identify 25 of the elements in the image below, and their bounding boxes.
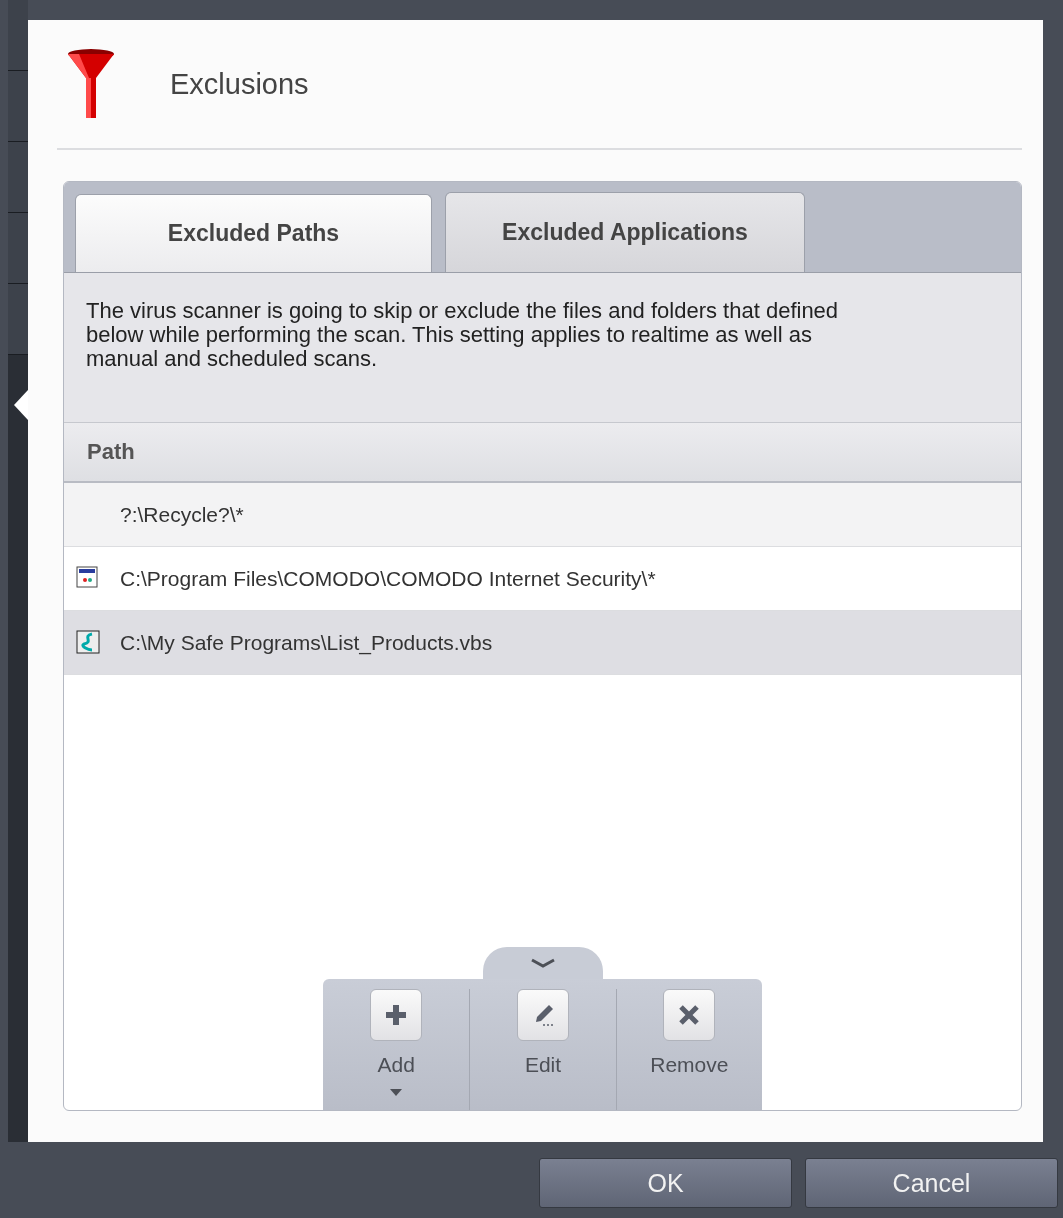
caret-icon — [390, 1089, 403, 1096]
sidebar-item[interactable] — [8, 0, 28, 71]
close-icon — [678, 1004, 701, 1026]
toolbar-button[interactable]: Remove — [615, 989, 762, 1110]
toolbar-button[interactable]: Add — [323, 989, 470, 1110]
sidebar-item[interactable] — [8, 71, 28, 142]
tab[interactable]: Excluded Applications — [445, 192, 805, 272]
sidebar-item[interactable] — [8, 284, 28, 355]
dialog-button[interactable]: OK — [539, 1158, 792, 1208]
plus-icon — [386, 1005, 407, 1025]
tab[interactable]: Excluded Paths — [75, 194, 432, 272]
dialog-title: Exclusions — [170, 67, 309, 101]
sidebar-item[interactable] — [8, 213, 28, 284]
funnel-icon — [67, 48, 115, 120]
description-text: The virus scanner is going to skip or exclude the files and folders that defined below while performing the scan. This setting applies to realtime as well as manual and scheduled scans. — [64, 273, 1021, 423]
table-row[interactable]: ?:\Recycle?\* — [64, 483, 1021, 547]
toolbar-button[interactable]: Edit — [469, 989, 616, 1110]
column-header: Path — [64, 423, 1021, 483]
script-icon — [76, 629, 100, 654]
sidebar-item[interactable] — [8, 142, 28, 213]
table-row[interactable]: C:\My Safe Programs\List_Products.vbs — [64, 611, 1021, 675]
window-icon — [76, 565, 98, 588]
toolbar-tab[interactable] — [482, 947, 603, 979]
dialog-button[interactable]: Cancel — [805, 1158, 1058, 1208]
chevron-down-icon — [529, 958, 556, 968]
